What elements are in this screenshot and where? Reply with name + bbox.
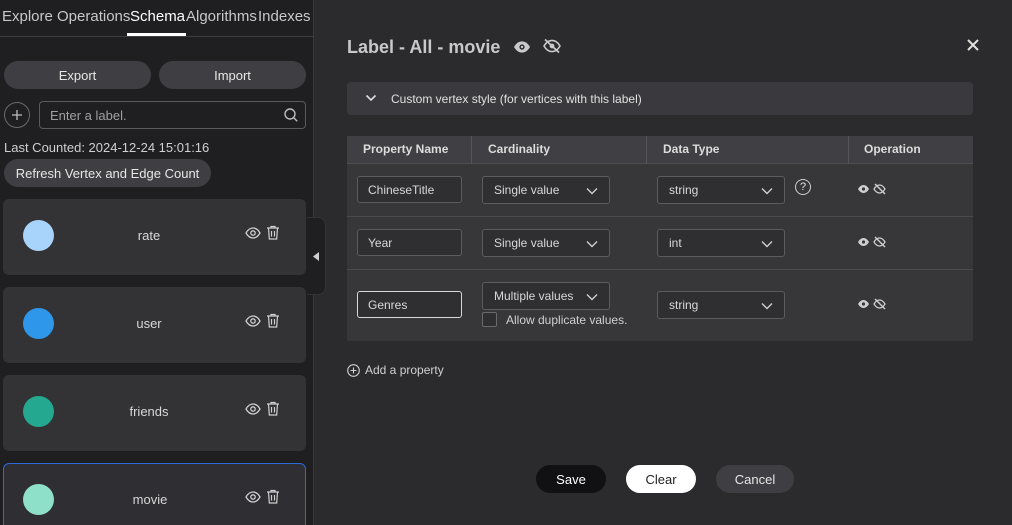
save-button[interactable]: Save	[536, 465, 606, 493]
tab-operations[interactable]: Operations	[57, 8, 130, 25]
label-card-user[interactable]: user	[3, 287, 306, 363]
cardinality-select[interactable]: Multiple values	[482, 282, 610, 310]
cardinality-select[interactable]: Single value	[482, 176, 610, 204]
data-type-select[interactable]: string	[657, 176, 785, 204]
column-divider	[848, 136, 849, 164]
eye-icon[interactable]	[513, 40, 531, 54]
search-icon[interactable]	[283, 107, 299, 123]
add-label-button[interactable]	[4, 102, 30, 128]
eye-icon[interactable]	[245, 403, 261, 415]
data-type-select[interactable]: int	[657, 229, 785, 257]
refresh-count-button[interactable]: Refresh Vertex and Edge Count	[4, 159, 211, 187]
eye-icon[interactable]	[245, 491, 261, 503]
chevron-down-icon	[586, 294, 598, 301]
tab-algorithms[interactable]: Algorithms	[186, 8, 257, 25]
column-divider	[471, 136, 472, 164]
chevron-down-icon	[761, 188, 773, 195]
last-counted-text: Last Counted: 2024-12-24 15:01:16	[4, 140, 210, 155]
plus-circle-icon	[347, 363, 360, 377]
cancel-button[interactable]: Cancel	[716, 465, 794, 493]
select-value: Multiple values	[494, 289, 574, 303]
custom-vertex-style-label: Custom vertex style (for vertices with t…	[391, 92, 642, 106]
export-button[interactable]: Export	[4, 61, 151, 89]
visibility-toggle-icons[interactable]	[857, 236, 887, 248]
panel-title: Label - All - movie	[347, 37, 501, 57]
tab-schema[interactable]: Schema	[130, 8, 185, 25]
row-divider	[347, 269, 973, 270]
column-header: Property Name	[363, 142, 449, 156]
table-header: Property Name Cardinality Data Type Oper…	[347, 136, 973, 164]
column-header: Data Type	[663, 142, 720, 156]
label-card-friends[interactable]: friends	[3, 375, 306, 451]
property-name-input[interactable]: ChineseTitle	[357, 176, 462, 203]
allow-duplicates-label: Allow duplicate values.	[506, 313, 628, 327]
property-name-input[interactable]: Genres	[357, 291, 462, 318]
tab-indexes[interactable]: Indexes	[258, 8, 311, 25]
eye-off-icon[interactable]	[543, 38, 561, 54]
select-value: Single value	[494, 183, 560, 197]
eye-icon[interactable]	[245, 227, 261, 239]
caret-left-icon	[313, 251, 319, 261]
select-value: Single value	[494, 236, 560, 250]
property-name-input[interactable]: Year	[357, 229, 462, 256]
trash-icon[interactable]	[266, 313, 280, 328]
cardinality-select[interactable]: Single value	[482, 229, 610, 257]
column-header: Cardinality	[488, 142, 551, 156]
trash-icon[interactable]	[266, 489, 280, 504]
label-search-field[interactable]	[39, 101, 306, 129]
label-card-movie[interactable]: movie	[3, 463, 306, 525]
clear-button[interactable]: Clear	[626, 465, 696, 493]
import-button[interactable]: Import	[159, 61, 306, 89]
custom-vertex-style-section[interactable]: Custom vertex style (for vertices with t…	[347, 82, 973, 115]
eye-icon[interactable]	[245, 315, 261, 327]
trash-icon[interactable]	[266, 401, 280, 416]
sidebar-collapse-handle[interactable]	[307, 217, 326, 295]
label-search-input[interactable]	[40, 102, 280, 128]
help-icon[interactable]: ?	[795, 179, 811, 195]
add-property-link[interactable]: Add a property	[347, 363, 444, 377]
chevron-down-icon	[761, 241, 773, 248]
allow-duplicates-checkbox[interactable]	[482, 312, 497, 327]
active-tab-indicator	[127, 33, 186, 36]
sidebar: Explore Operations Schema Algorithms Ind…	[0, 0, 314, 525]
trash-icon[interactable]	[266, 225, 280, 240]
chevron-down-icon	[586, 241, 598, 248]
visibility-toggle-icons[interactable]	[857, 298, 887, 310]
chevron-down-icon	[761, 303, 773, 310]
select-value: string	[669, 183, 699, 197]
tab-explore[interactable]: Explore	[2, 8, 53, 25]
select-value: int	[669, 236, 682, 250]
chevron-down-icon	[365, 94, 377, 102]
chevron-down-icon	[586, 188, 598, 195]
row-divider	[347, 216, 973, 217]
label-card-rate[interactable]: rate	[3, 199, 306, 275]
data-type-select[interactable]: string	[657, 291, 785, 319]
column-divider	[646, 136, 647, 164]
plus-icon	[12, 110, 22, 120]
select-value: string	[669, 298, 699, 312]
tab-bar: Explore Operations Schema Algorithms Ind…	[0, 0, 314, 37]
property-table: Property Name Cardinality Data Type Oper…	[347, 136, 973, 341]
column-header: Operation	[864, 142, 921, 156]
close-icon[interactable]	[966, 38, 980, 52]
visibility-toggle-icons[interactable]	[857, 183, 887, 195]
add-property-label: Add a property	[365, 363, 444, 377]
